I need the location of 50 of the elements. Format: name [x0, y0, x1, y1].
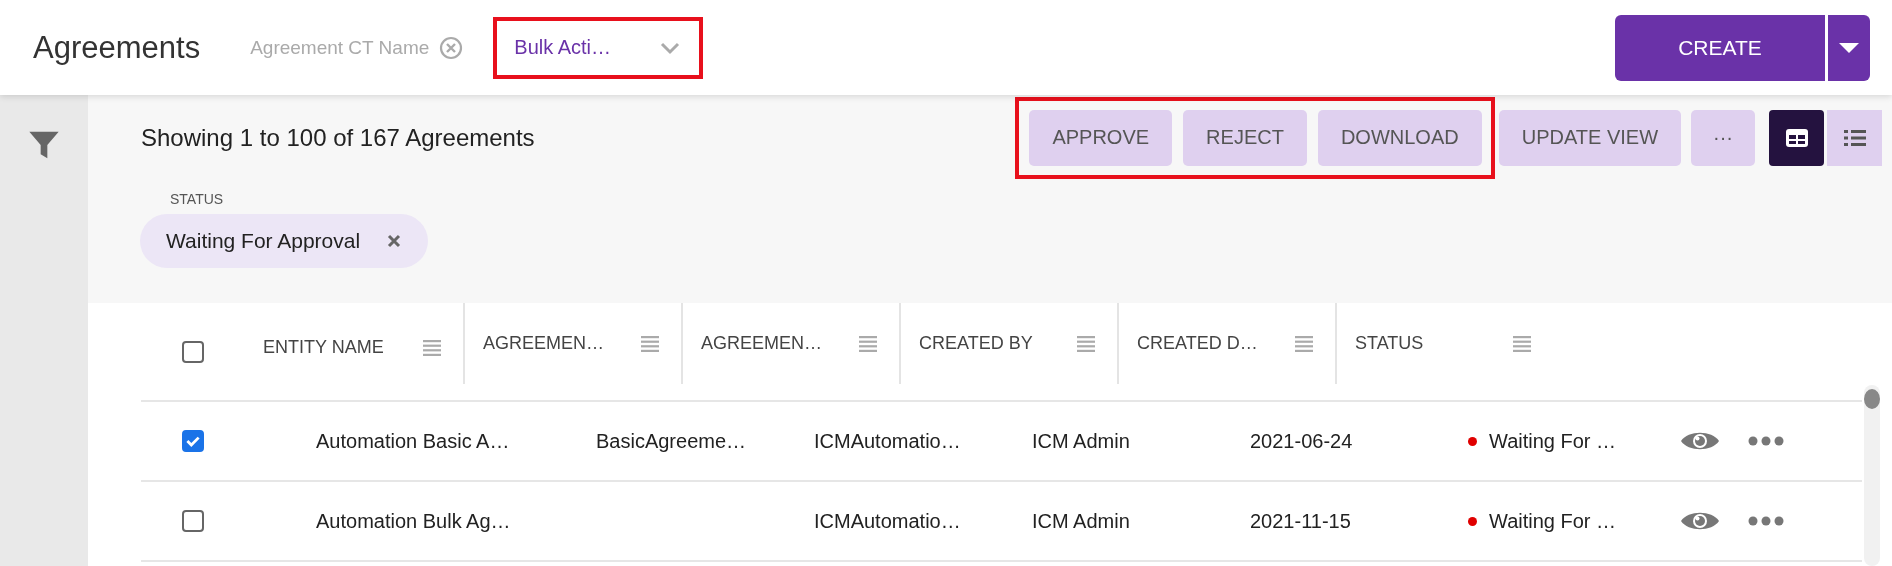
table-cell: Waiting For … — [1489, 429, 1617, 453]
column-header[interactable]: CREATED D… — [1137, 333, 1258, 354]
list-view-button[interactable] — [1827, 109, 1882, 166]
table-cell: ICMAutomatio… — [814, 429, 961, 452]
column-menu-icon[interactable] — [1077, 335, 1095, 352]
more-icon[interactable] — [1748, 516, 1784, 526]
column-header[interactable]: AGREEMEN… — [701, 333, 823, 354]
column-menu-icon[interactable] — [1295, 335, 1313, 352]
action-button[interactable]: DOWNLOAD — [1317, 109, 1482, 166]
table-cell: ICMAutomatio… — [814, 509, 961, 532]
create-dropdown-button[interactable] — [1828, 14, 1870, 81]
action-button[interactable]: APPROVE — [1029, 109, 1173, 166]
more-button[interactable]: ··· — [1691, 109, 1755, 166]
column-menu-icon[interactable] — [641, 335, 659, 352]
remove-icon[interactable] — [386, 233, 403, 249]
column-menu-icon[interactable] — [859, 335, 877, 352]
page-title: Agreements — [33, 29, 201, 66]
table-cell: Automation Bulk Ag… — [316, 509, 511, 532]
clear-icon[interactable] — [439, 35, 464, 60]
grid-view-button[interactable] — [1769, 109, 1824, 166]
scrollbar[interactable] — [1864, 385, 1880, 566]
results-summary: Showing 1 to 100 of 167 Agreements — [141, 123, 535, 152]
table-cell: 2021-11-15 — [1250, 509, 1351, 532]
action-button[interactable]: UPDATE VIEW — [1498, 109, 1681, 166]
table-cell: ICM Admin — [1032, 509, 1130, 532]
table-cell: 2021-06-24 — [1250, 429, 1353, 452]
row-checkbox[interactable] — [182, 430, 204, 452]
column-menu-icon[interactable] — [423, 339, 441, 356]
table-cell: Automation Basic A… — [316, 429, 510, 452]
select-all-checkbox[interactable] — [182, 340, 204, 363]
list-icon — [1842, 127, 1867, 148]
filter-chip[interactable]: Waiting For Approval — [140, 214, 429, 268]
bulk-actions-dropdown[interactable]: Bulk Acti… — [500, 23, 697, 72]
filter-icon[interactable] — [28, 129, 60, 161]
table-cell: BasicAgreeme… — [596, 429, 747, 452]
column-header[interactable]: AGREEMEN… — [483, 333, 605, 354]
create-button[interactable]: CREATE — [1615, 14, 1825, 81]
table-cell: Waiting For … — [1489, 509, 1617, 533]
row-checkbox[interactable] — [182, 510, 204, 532]
column-header[interactable]: STATUS — [1355, 333, 1424, 354]
column-header[interactable]: CREATED BY — [919, 333, 1033, 354]
more-icon[interactable] — [1748, 436, 1784, 446]
filter-label: Agreement CT Name — [250, 36, 430, 59]
caret-icon — [1837, 40, 1861, 55]
action-button[interactable]: REJECT — [1183, 109, 1307, 166]
table-icon — [1784, 127, 1809, 148]
filter-label: STATUS — [170, 191, 224, 207]
column-header[interactable]: ENTITY NAME — [263, 337, 384, 358]
table-cell: ICM Admin — [1032, 429, 1130, 452]
column-menu-icon[interactable] — [1513, 335, 1531, 352]
